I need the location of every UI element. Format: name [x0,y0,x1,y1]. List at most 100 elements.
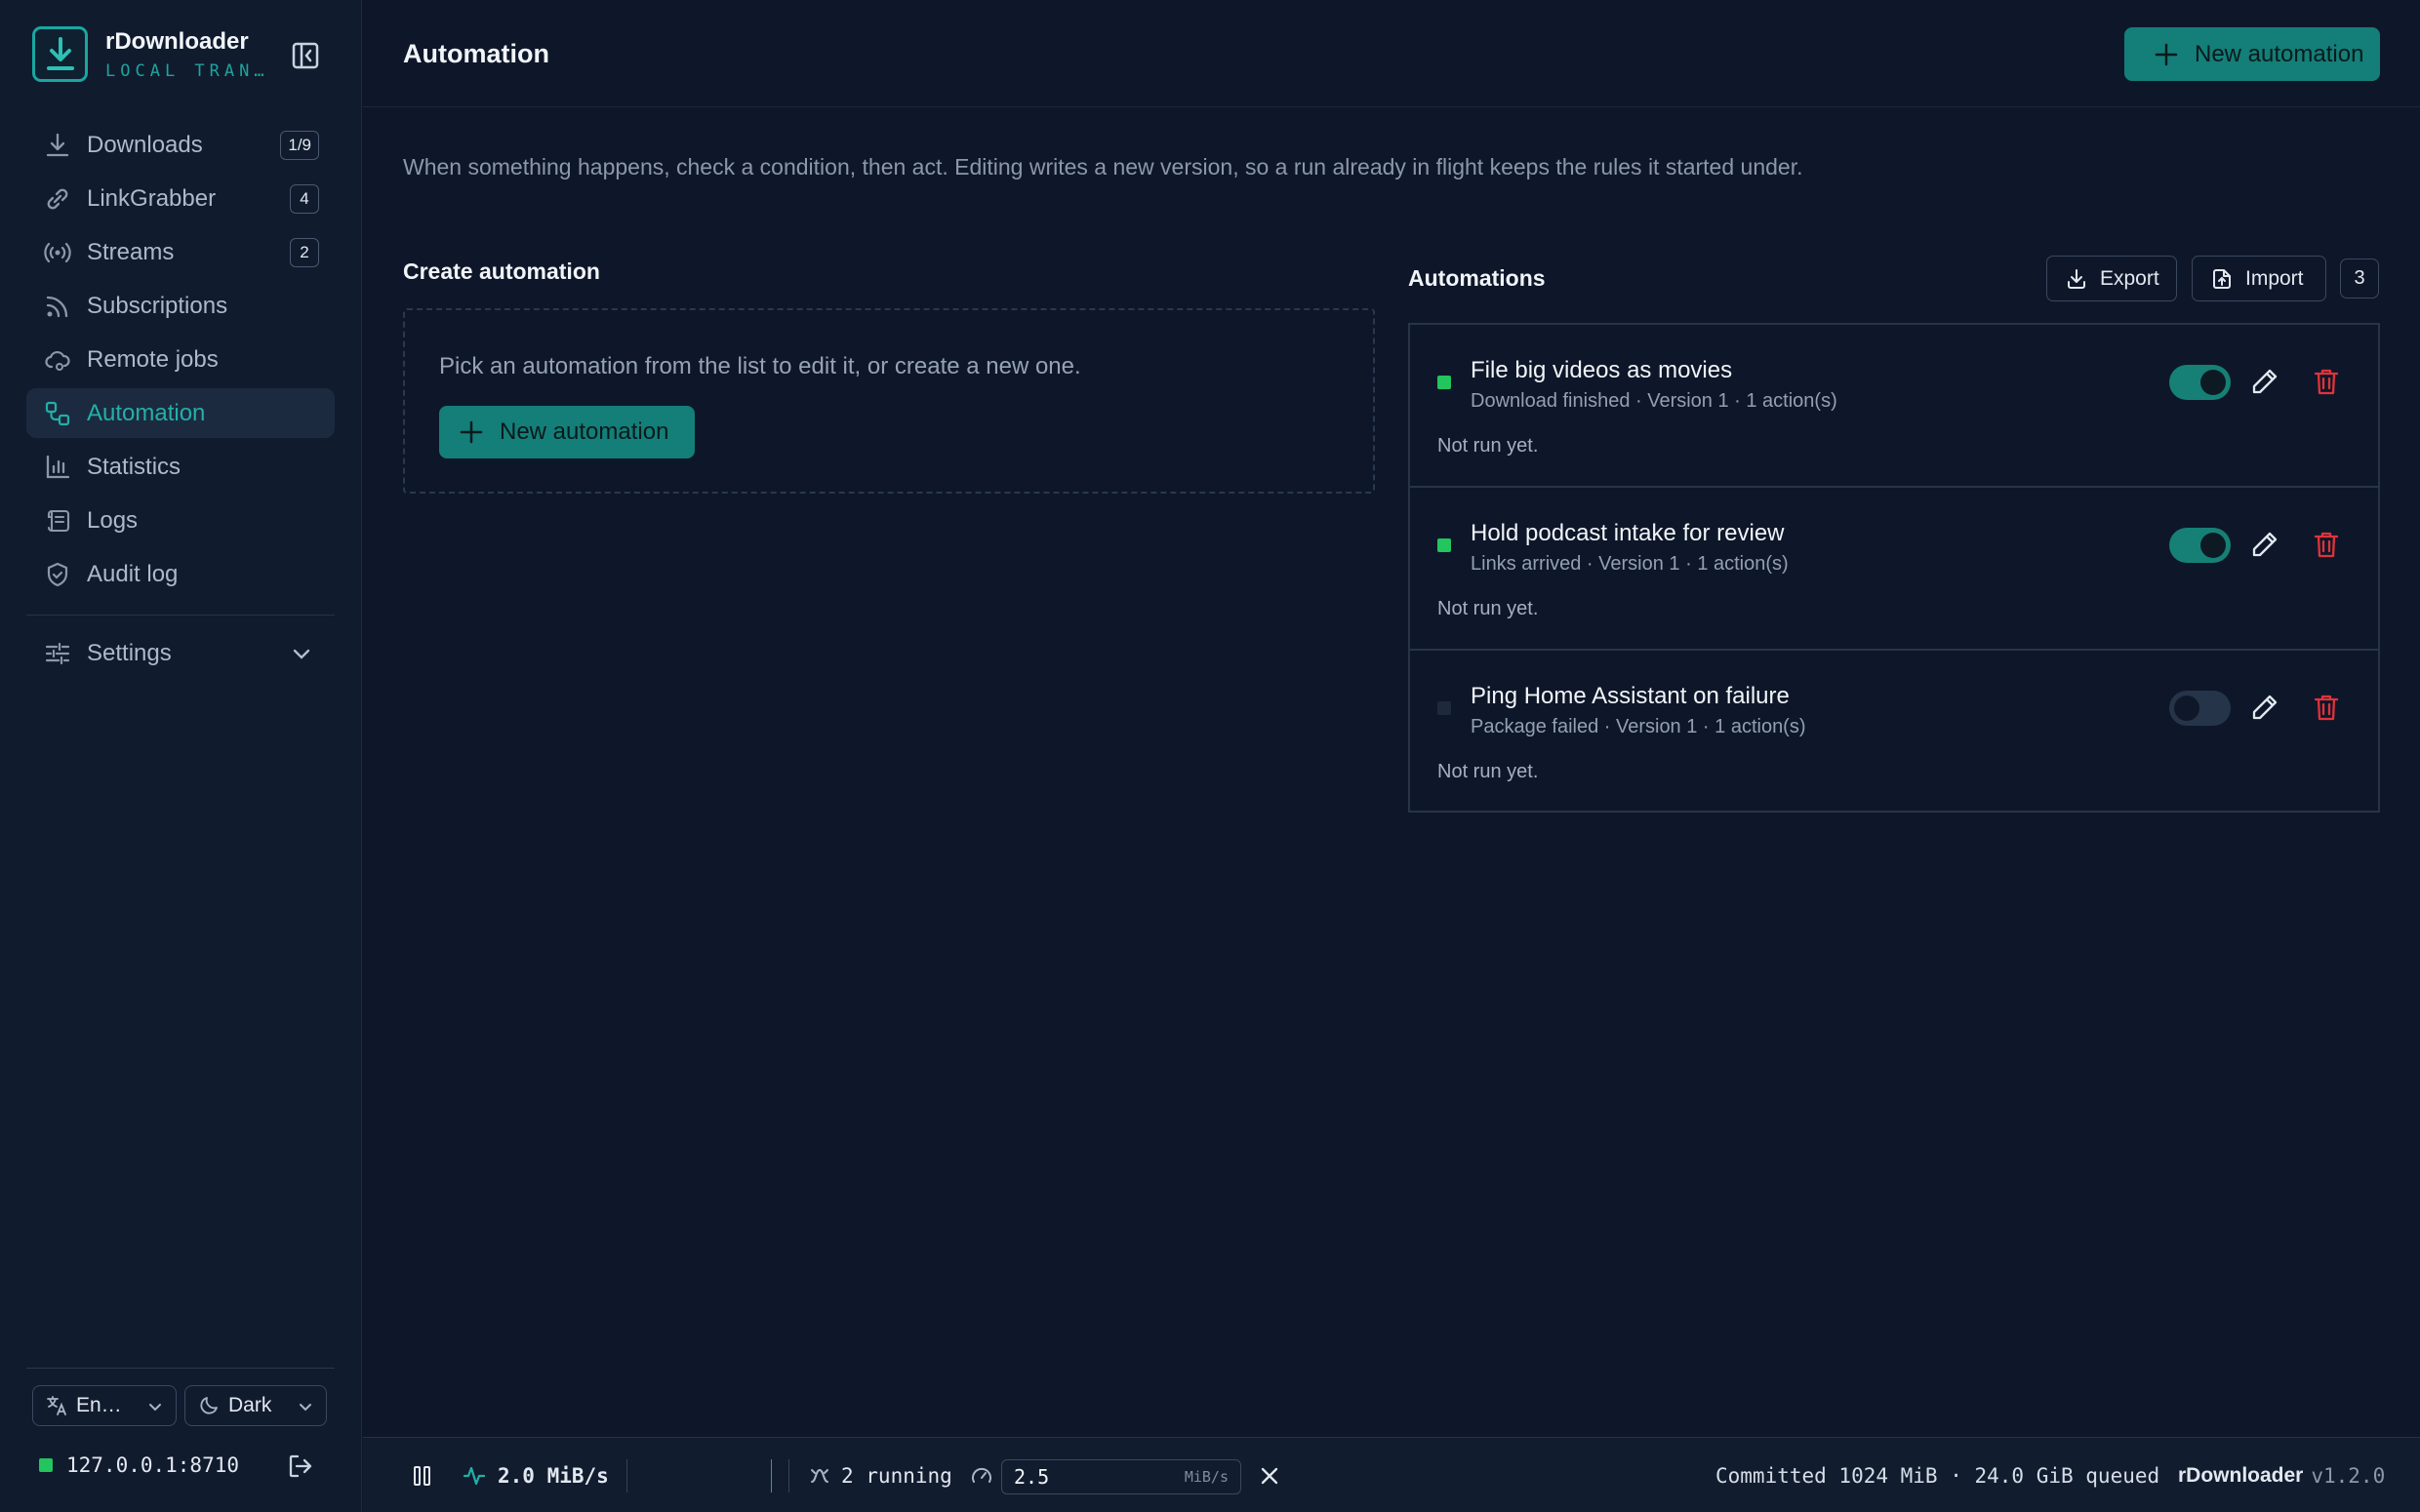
sidebar-item-remote-jobs[interactable]: Remote jobs [26,335,335,384]
page-description: When something happens, check a conditio… [403,154,1803,179]
sidebar-item-label: Audit log [87,560,179,587]
sidebar-item-label: Streams [87,238,175,265]
new-automation-button[interactable]: New automation [2124,27,2380,81]
shield-icon [42,559,73,590]
app-subtitle: LOCAL TRAN… [105,60,269,81]
sidebar-item-statistics[interactable]: Statistics [26,442,335,492]
sidebar-nav: Downloads 1/9 LinkGrabber 4 Streams 2 Su… [26,120,335,603]
workflow-icon [42,398,73,429]
link-icon [42,183,73,215]
chevron-down-icon [290,642,313,672]
scroll-icon [42,505,73,537]
theme-select[interactable]: Dark [184,1385,327,1426]
sidebar-item-label: Automation [87,399,206,426]
sidebar-item-audit-log[interactable]: Audit log [26,549,335,599]
button-label: Import [2245,266,2304,290]
status-active-dot [1437,376,1451,389]
automations-title: Automations [1408,265,1546,291]
button-label: New automation [500,418,669,445]
automation-name: File big videos as movies [1471,357,1733,383]
host-address: 127.0.0.1:8710 [66,1453,240,1477]
brand[interactable]: rDownloader LOCAL TRAN… [32,26,269,82]
footer-app-name: rDownloader [2178,1463,2304,1487]
enable-toggle[interactable] [2169,691,2231,726]
speed-limit-input[interactable]: 2.5 MiB/s [1001,1459,1241,1494]
automation-row[interactable]: Ping Home Assistant on failure Package f… [1410,651,2378,814]
sidebar-item-label: Remote jobs [87,345,219,373]
import-button[interactable]: Import [2192,256,2326,301]
sidebar-item-linkgrabber[interactable]: LinkGrabber 4 [26,174,335,223]
storage-summary: Committed 1024 MiB · 24.0 GiB queued [1715,1463,2160,1488]
automations-count-badge: 3 [2340,259,2379,298]
sidebar-item-logs[interactable]: Logs [26,496,335,545]
gauge-icon [970,1438,993,1512]
pencil-icon[interactable] [2249,366,2280,402]
create-automation-title: Create automation [403,259,600,284]
sidebar-collapse-icon[interactable] [289,39,322,72]
button-label: Export [2100,266,2159,290]
sidebar-item-settings[interactable]: Settings [26,628,335,678]
cloud-icon [42,344,73,376]
running-count: 2 running [808,1438,952,1512]
button-label: New automation [2195,40,2364,67]
sidebar-item-label: Downloads [87,131,203,158]
linkgrabber-count-badge: 4 [290,184,319,214]
status-bar: 2.0 MiB/s 2 running 2.5 MiB/s Committed … [363,1437,2420,1512]
status-divider [626,1459,627,1492]
pencil-icon[interactable] [2249,692,2280,728]
server-host: 127.0.0.1:8710 [39,1453,239,1477]
enable-toggle[interactable] [2169,365,2231,400]
plus-icon [2154,42,2179,67]
download-icon [42,130,73,161]
running-value: 2 running [841,1463,952,1488]
page-header: Automation New automation [363,0,2420,107]
language-select[interactable]: En… [32,1385,177,1426]
sidebar-item-label: Logs [87,506,139,534]
automation-meta: Links arrived · Version 1 · 1 action(s) [1471,553,1789,575]
sidebar-item-automation[interactable]: Automation [26,388,335,438]
automation-run-status: Not run yet. [1437,598,1539,619]
automation-row[interactable]: File big videos as movies Download finis… [1410,325,2378,488]
streams-count-badge: 2 [290,238,319,267]
enable-toggle[interactable] [2169,528,2231,563]
download-speed: 2.0 MiB/s [463,1438,609,1512]
logout-icon[interactable] [286,1452,315,1486]
toggle-knob [2200,533,2226,558]
pencil-icon[interactable] [2249,529,2280,565]
automations-list: File big videos as movies Download finis… [1408,323,2380,813]
activity-icon [463,1464,486,1488]
automation-meta: Download finished · Version 1 · 1 action… [1471,390,1837,412]
create-new-automation-button[interactable]: New automation [439,406,695,458]
sidebar-item-downloads[interactable]: Downloads 1/9 [26,120,335,170]
create-automation-panel: Pick an automation from the list to edit… [403,308,1375,494]
close-icon[interactable] [1259,1438,1280,1512]
toggle-knob [2200,370,2226,395]
create-hint: Pick an automation from the list to edit… [439,353,1081,379]
footer-version: v1.2.0 [2311,1463,2386,1488]
theme-value: Dark [228,1394,272,1416]
trash-icon[interactable] [2312,366,2341,402]
sidebar-item-label: LinkGrabber [87,184,217,212]
automation-run-status: Not run yet. [1437,761,1539,782]
chevron-down-icon [146,1398,164,1421]
trash-icon[interactable] [2312,529,2341,565]
pause-icon[interactable] [412,1438,433,1512]
automation-row[interactable]: Hold podcast intake for review Links arr… [1410,488,2378,651]
chevron-down-icon [297,1398,314,1421]
sidebar-bottom-divider [26,1368,335,1369]
speed-value: 2.0 MiB/s [498,1463,609,1488]
downloads-count-badge: 1/9 [280,131,319,160]
sidebar-item-subscriptions[interactable]: Subscriptions [26,281,335,331]
plus-icon [459,419,484,445]
sidebar-item-streams[interactable]: Streams 2 [26,227,335,277]
status-active-dot [1437,538,1451,552]
sidebar: rDownloader LOCAL TRAN… Downloads 1/9 Li… [0,0,362,1512]
automation-name: Ping Home Assistant on failure [1471,683,1790,709]
sliders-icon [42,638,73,669]
trash-icon[interactable] [2312,692,2341,728]
export-button[interactable]: Export [2046,256,2177,301]
speed-sparkline [771,1459,772,1492]
limit-value: 2.5 [1014,1465,1050,1489]
sidebar-item-label: Statistics [87,453,182,480]
nav-divider [26,615,335,616]
